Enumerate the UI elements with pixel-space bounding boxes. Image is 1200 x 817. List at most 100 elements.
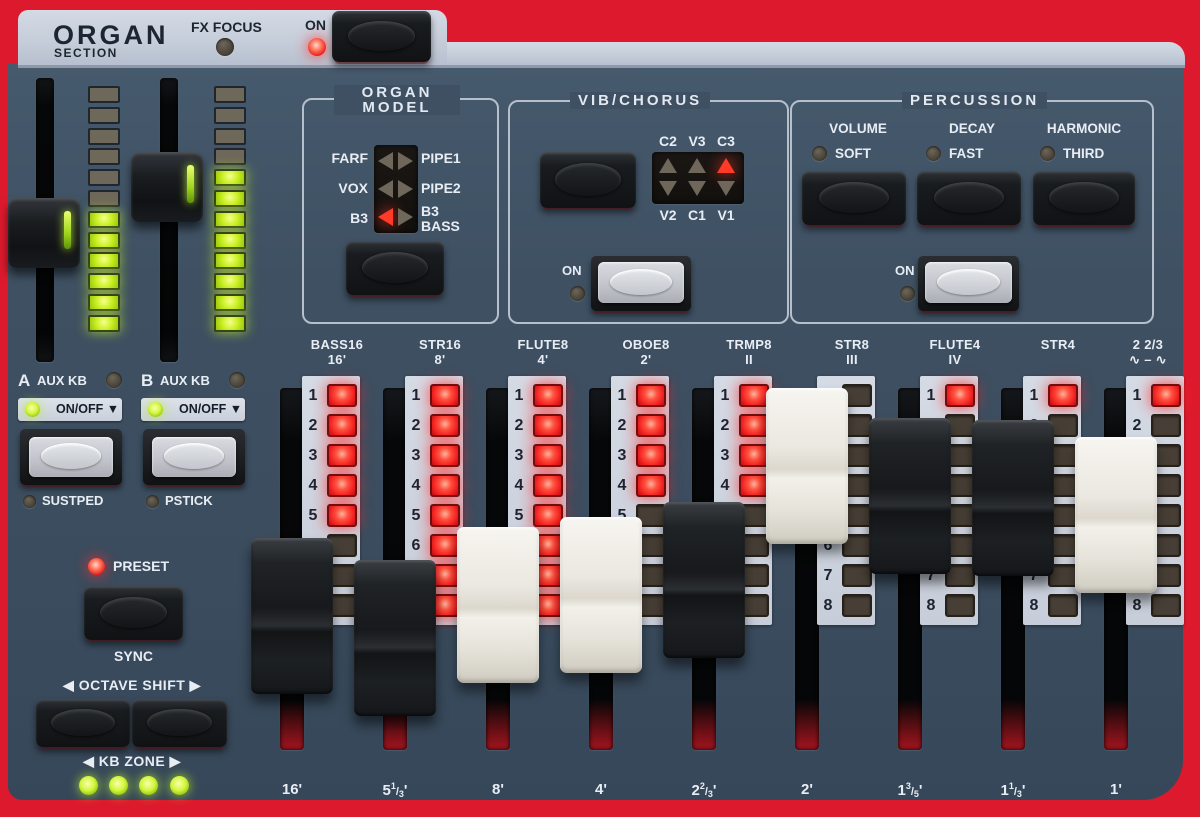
- aux-b-button[interactable]: [152, 437, 236, 477]
- aux-a-label: AUX KB: [37, 373, 87, 388]
- drawbar-led-row: 1: [611, 384, 669, 407]
- aux-b-button-frame: [143, 429, 245, 485]
- master-fader-a-knob[interactable]: [8, 198, 80, 268]
- vib-v1-triangle-icon: [717, 181, 735, 196]
- drawbar-led-row: 4: [508, 474, 566, 497]
- drawbar-step-number: 1: [714, 384, 736, 407]
- meter-b-segment: [214, 294, 246, 311]
- meter-b-segment: [214, 190, 246, 207]
- vib-on-button[interactable]: [598, 262, 684, 303]
- section-subtitle: SECTION: [54, 46, 118, 60]
- drawbar-led-segment-lit: [533, 504, 563, 527]
- aux-b-label: AUX KB: [160, 373, 210, 388]
- drawbar-name-label: STR168': [380, 337, 500, 369]
- drawbar-led-segment: [945, 594, 975, 617]
- drawbar-step-number: 3: [302, 444, 324, 467]
- drawbar-led-row: 2: [714, 414, 772, 437]
- fx-focus-led-icon: [216, 38, 234, 56]
- organ-model-b3-label: B3: [300, 210, 368, 226]
- aux-a-onoff-led-icon: [25, 402, 40, 417]
- drawbar-led-segment-lit: [327, 384, 357, 407]
- percussion-harmonic-button[interactable]: [1033, 171, 1135, 225]
- percussion-harmonic-label: HARMONIC: [1032, 121, 1136, 136]
- drawbar-handle-8[interactable]: [972, 420, 1054, 576]
- meter-b-segment: [214, 252, 246, 269]
- drawbar-handle-2[interactable]: [354, 560, 436, 716]
- master-fader-b-knob[interactable]: [131, 152, 203, 222]
- drawbar-led-segment-lit: [945, 384, 975, 407]
- drawbar-footage-label: 1': [1066, 781, 1166, 801]
- drawbar-led-row: 4: [405, 474, 463, 497]
- drawbar-led-segment-lit: [533, 384, 563, 407]
- drawbar-led-segment-lit: [430, 504, 460, 527]
- percussion-on-button[interactable]: [925, 262, 1012, 303]
- percussion-decay-button[interactable]: [917, 171, 1021, 225]
- drawbar-led-row: 2: [611, 414, 669, 437]
- organ-model-select-button[interactable]: [346, 241, 444, 295]
- drawbar-handle-6[interactable]: [766, 388, 848, 544]
- organ-model-pipe1-label: PIPE1: [421, 150, 496, 166]
- percussion-volume-button[interactable]: [802, 171, 906, 225]
- aux-a-button[interactable]: [29, 437, 113, 477]
- preset-sync-button[interactable]: [84, 586, 183, 640]
- organ-on-button[interactable]: [332, 11, 431, 62]
- percussion-volume-label: VOLUME: [808, 121, 908, 136]
- drawbar-step-number: 8: [1023, 594, 1045, 617]
- drawbar-handle-5[interactable]: [663, 502, 745, 658]
- meter-a-segment: [88, 232, 120, 249]
- drawbar-led-row: 2: [405, 414, 463, 437]
- kb-zone-led-icon: [170, 776, 189, 795]
- drawbar-led-row: 6: [405, 534, 463, 557]
- octave-shift-up-button[interactable]: [132, 699, 227, 747]
- panel-top-edge: [447, 42, 1185, 68]
- drawbar-step-number: 1: [1126, 384, 1148, 407]
- drawbar-step-number: 2: [405, 414, 427, 437]
- drawbar-footage-label: 51/3': [345, 781, 445, 801]
- vib-chorus-select-button[interactable]: [540, 152, 636, 208]
- meter-b-segment: [214, 315, 246, 332]
- meter-b-segment: [214, 107, 246, 124]
- drawbar-name-label: BASS1616': [277, 337, 397, 369]
- meter-b-segment: [214, 128, 246, 145]
- meter-a-segment: [88, 294, 120, 311]
- drawbar-step-number: 1: [302, 384, 324, 407]
- drawbar-name-label: TRMP8II: [689, 337, 809, 369]
- drawbar-led-row: 3: [405, 444, 463, 467]
- drawbar-led-row: 1: [1023, 384, 1081, 407]
- organ-model-pipe2-label: PIPE2: [421, 180, 496, 196]
- drawbar-handle-3[interactable]: [457, 527, 539, 683]
- meter-b-segment: [214, 86, 246, 103]
- meter-a-segment: [88, 169, 120, 186]
- drawbar-led-row: 8: [817, 594, 875, 617]
- drawbar-handle-4[interactable]: [560, 517, 642, 673]
- preset-label: PRESET: [113, 558, 169, 574]
- percussion-on-led-icon: [900, 286, 915, 301]
- drawbar-led-row: 5: [508, 504, 566, 527]
- drawbar-name-label: FLUTE84': [483, 337, 603, 369]
- drawbar-step-number: 1: [920, 384, 942, 407]
- drawbar-handle-7[interactable]: [869, 418, 951, 574]
- organ-model-b3-triangle-icon-lit: [378, 208, 393, 226]
- organ-on-led-icon: [308, 38, 326, 56]
- drawbar-handle-1[interactable]: [251, 538, 333, 694]
- vib-v1-label: V1: [708, 207, 744, 223]
- percussion-fast-label: FAST: [949, 146, 984, 161]
- drawbar-led-segment-lit: [327, 474, 357, 497]
- pstick-label: PSTICK: [165, 493, 213, 508]
- drawbar-led-row: 8: [1023, 594, 1081, 617]
- vib-chorus-title: VIB/CHORUS: [570, 92, 710, 109]
- organ-model-title: ORGANMODEL: [334, 85, 460, 115]
- drawbar-step-number: 3: [714, 444, 736, 467]
- percussion-decay-label: DECAY: [922, 121, 1022, 136]
- drawbar-handle-9[interactable]: [1075, 437, 1157, 593]
- drawbar-step-number: 5: [508, 504, 530, 527]
- octave-shift-label: ◀ OCTAVE SHIFT ▶: [32, 677, 232, 694]
- organ-model-led-block: [374, 145, 418, 233]
- drawbar-led-row: 4: [611, 474, 669, 497]
- drawbar-footage-label: 13/5': [860, 781, 960, 801]
- vib-c3-triangle-icon-lit: [717, 158, 735, 173]
- drawbar-led-row: 2: [1126, 414, 1184, 437]
- drawbar-led-segment: [1151, 414, 1181, 437]
- octave-shift-down-button[interactable]: [36, 699, 130, 747]
- drawbar-step-number: 2: [714, 414, 736, 437]
